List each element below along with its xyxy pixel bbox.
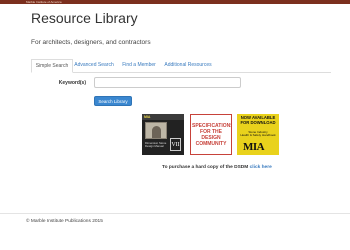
health-safety-handbook-cover[interactable]: NOW AVAILABLE FOR DOWNLOAD Stone Industr… <box>237 114 279 155</box>
design-manual-cover[interactable]: MIA Dimension Stone Design Manual VII <box>142 114 184 155</box>
brand-label: Marble Institute of America <box>26 0 62 4</box>
search-tabs: Simple Search Advanced Search Find a Mem… <box>31 59 331 73</box>
tab-simple-search[interactable]: Simple Search <box>31 59 73 73</box>
tab-advanced-search[interactable]: Advanced Search <box>73 59 115 71</box>
keyword-label: Keyword(s) <box>58 80 86 86</box>
footer-divider <box>0 213 350 214</box>
footer-copyright: © Marble Institute Publications 2015 <box>26 219 103 224</box>
tab-additional-resources[interactable]: Additional Resources <box>162 59 214 71</box>
book-covers: MIA Dimension Stone Design Manual VII SP… <box>0 114 350 156</box>
specifications-text: SPECIFICATIONS FOR THE DESIGN COMMUNITY <box>192 123 232 147</box>
edition-numeral: VII <box>170 138 181 151</box>
mia-logo: MIA <box>243 141 265 153</box>
purchase-text: To purchase a hard copy of the DSDM <box>162 165 249 170</box>
building-photo <box>145 122 167 139</box>
manual-title: Dimension Stone Design Manual <box>145 141 167 149</box>
tab-find-a-member[interactable]: Find a Member <box>119 59 159 71</box>
keyword-input[interactable] <box>94 77 241 88</box>
top-brand-bar: Marble Institute of America <box>0 0 350 4</box>
page-subtitle: For architects, designers, and contracto… <box>31 39 151 46</box>
download-headline: NOW AVAILABLE FOR DOWNLOAD <box>240 115 276 125</box>
search-library-button[interactable]: Search Library <box>94 96 132 106</box>
handbook-title: Stone Industry Health & Safety Handbook <box>240 130 276 138</box>
specifications-cover[interactable]: SPECIFICATIONS FOR THE DESIGN COMMUNITY <box>190 114 232 155</box>
purchase-note: To purchase a hard copy of the DSDM clic… <box>162 165 272 170</box>
page-title: Resource Library <box>31 10 138 26</box>
mia-logo: MIA <box>144 115 151 119</box>
click-here-link[interactable]: click here <box>250 165 272 170</box>
